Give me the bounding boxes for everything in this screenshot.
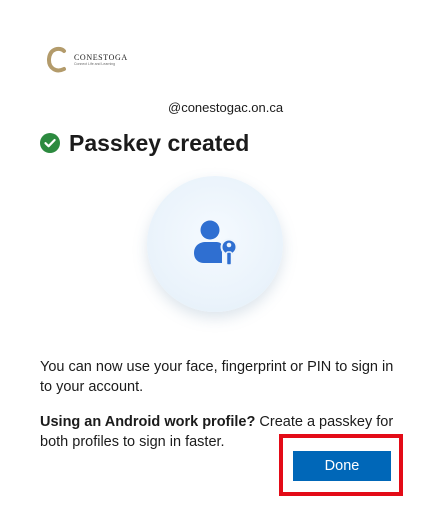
page-title: Passkey created: [69, 129, 250, 156]
title-row: Passkey created: [40, 128, 249, 158]
brand-name: CONESTOGA: [74, 53, 128, 62]
passkey-message: You can now use your face, fingerprint o…: [40, 358, 394, 395]
android-question: Using an Android work profile?: [40, 413, 256, 430]
done-button[interactable]: Done: [293, 451, 391, 481]
passkey-illustration: [147, 176, 283, 312]
person-key-icon: [194, 220, 238, 266]
account-email: @conestogac.on.ca: [168, 100, 284, 115]
check-circle-icon: [40, 133, 60, 153]
brand-tagline: Connect Life and Learning: [74, 62, 116, 66]
conestoga-logo-mark: [47, 46, 66, 73]
conestoga-logo: CONESTOGA Connect Life and Learning: [46, 46, 128, 74]
